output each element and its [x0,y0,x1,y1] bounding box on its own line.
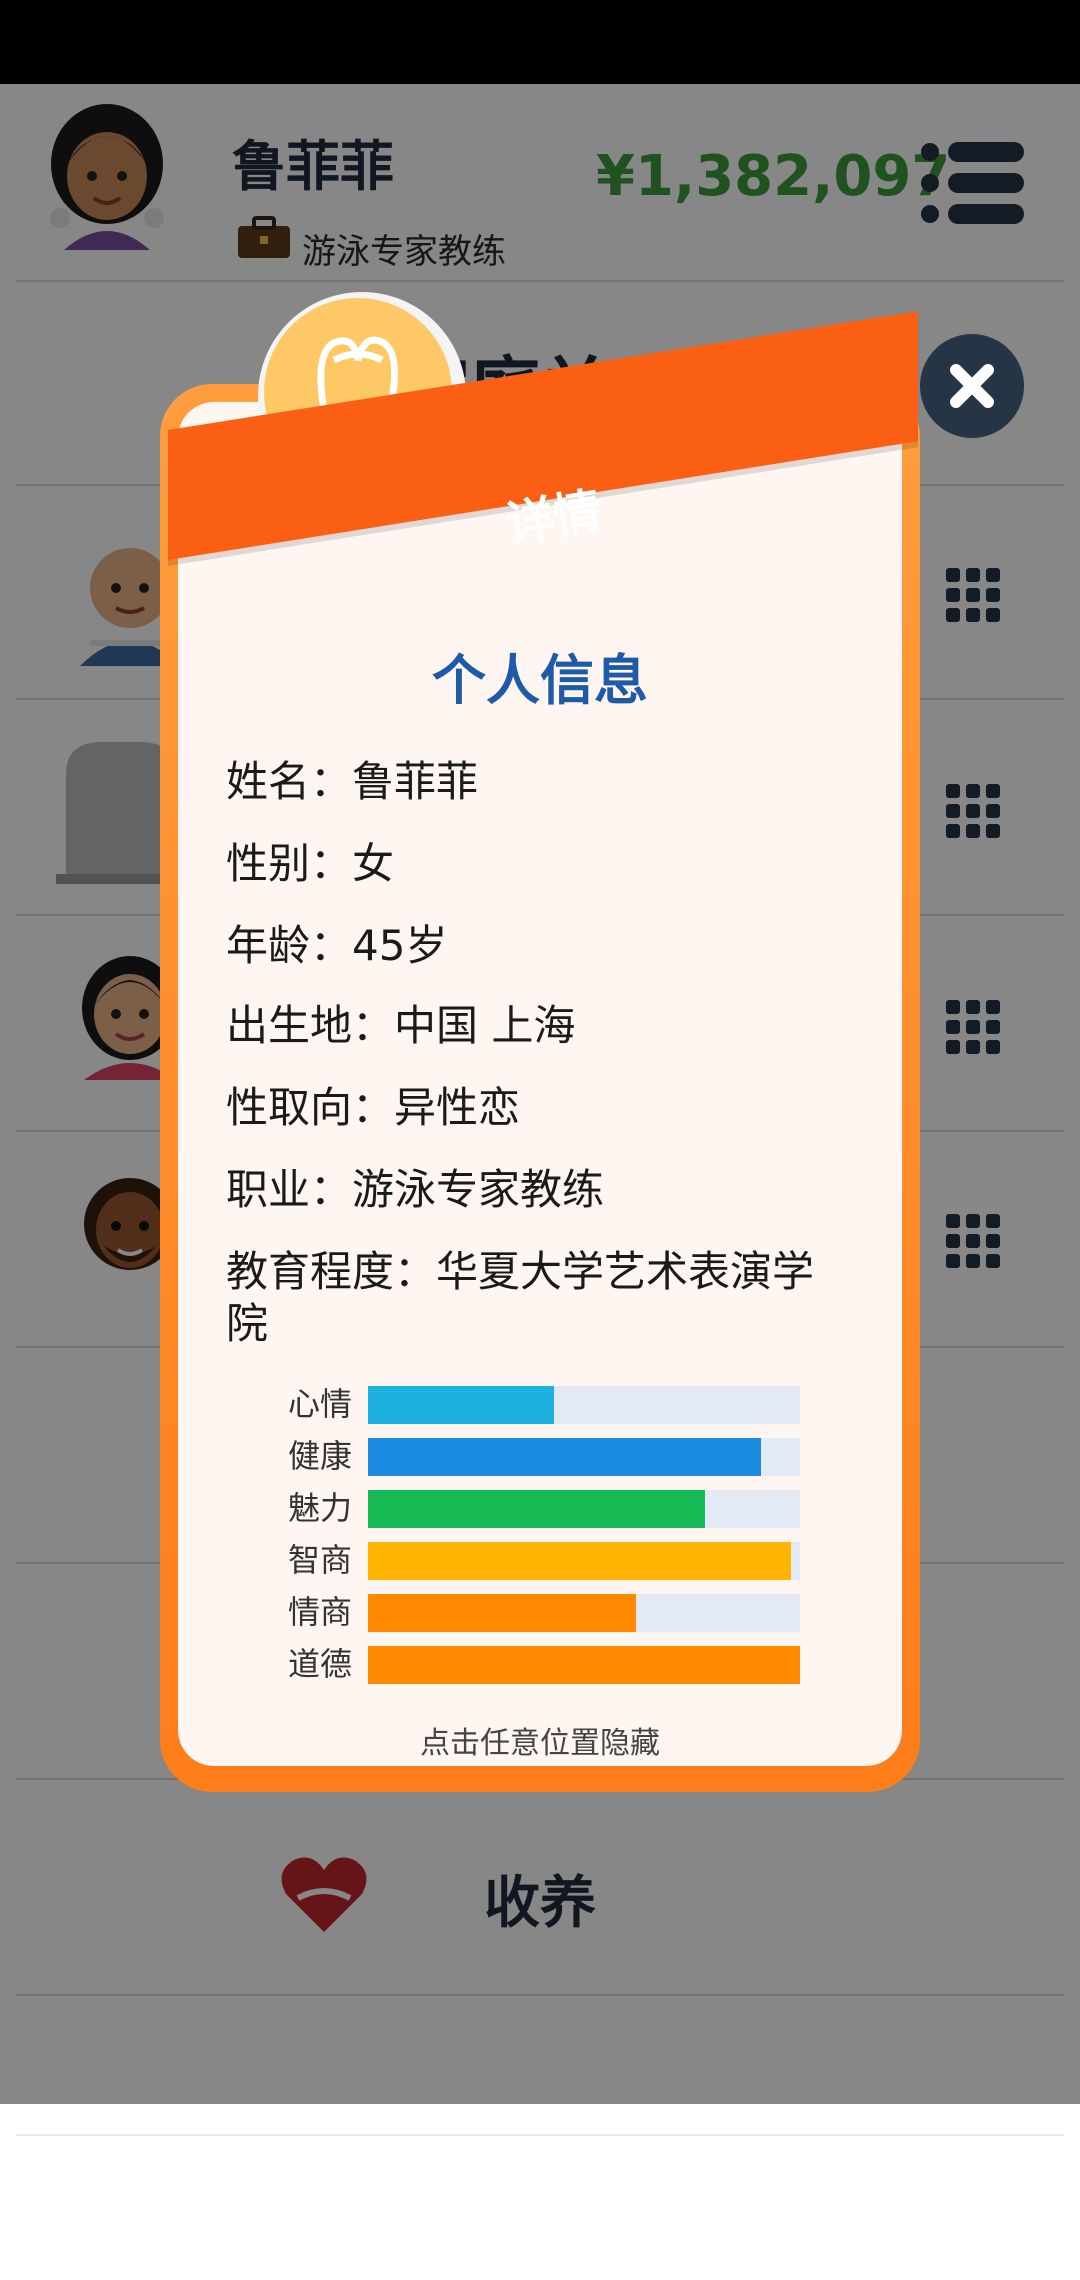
info-value: 游泳专家教练 [352,1165,605,1214]
info-row-occupation: 职业：游泳专家教练 [226,1164,604,1216]
stat-row: 魅力 [268,1488,808,1528]
stat-bar [368,1490,800,1528]
info-row-education: 教育程度：华夏大学艺术表演学院 [226,1246,846,1350]
stat-bar [368,1542,800,1580]
info-label: 年龄： [226,921,353,970]
stat-fill [368,1438,762,1476]
stat-label: 魅力 [287,1489,352,1527]
info-value: 中国 上海 [394,1001,576,1050]
stat-row: 心情 [268,1384,808,1424]
info-label: 职业： [226,1165,353,1214]
stat-bar [368,1594,800,1632]
stat-label: 道德 [287,1645,352,1683]
info-row-birthplace: 出生地：中国 上海 [226,1000,575,1052]
stat-label: 心情 [287,1385,352,1423]
info-value: 鲁菲菲 [352,757,479,806]
status-bar [0,0,1080,84]
info-row-name: 姓名：鲁菲菲 [226,756,478,808]
stat-row: 道德 [268,1644,808,1684]
stat-row: 智商 [268,1540,808,1580]
info-label: 姓名： [226,757,353,806]
info-value: 异性恋 [394,1083,521,1132]
info-row-age: 年龄：45岁 [226,920,447,972]
info-label: 性取向： [226,1083,395,1132]
stat-label: 智商 [287,1541,352,1579]
info-label: 教育程度： [226,1247,437,1296]
stat-fill [368,1490,705,1528]
dialog-title: 个人信息 [432,649,648,712]
stat-bar [368,1646,800,1684]
stat-fill [368,1646,800,1684]
info-row-gender: 性别：女 [226,838,394,890]
stat-fill [368,1594,636,1632]
close-icon[interactable] [920,334,1024,438]
stat-label: 健康 [287,1437,352,1475]
info-label: 性别： [226,839,353,888]
stat-fill [368,1542,792,1580]
stat-bar [368,1386,800,1424]
stat-bar [368,1438,800,1476]
stat-fill [368,1386,554,1424]
divider [16,2134,1064,2136]
info-row-orientation: 性取向：异性恋 [226,1082,520,1134]
stat-row: 情商 [268,1592,808,1632]
dismiss-hint: 点击任意位置隐藏 [420,1726,660,1761]
info-label: 出生地： [226,1001,395,1050]
info-value: 45岁 [352,921,448,970]
stat-row: 健康 [268,1436,808,1476]
info-value: 女 [352,839,395,888]
stat-label: 情商 [287,1593,352,1631]
